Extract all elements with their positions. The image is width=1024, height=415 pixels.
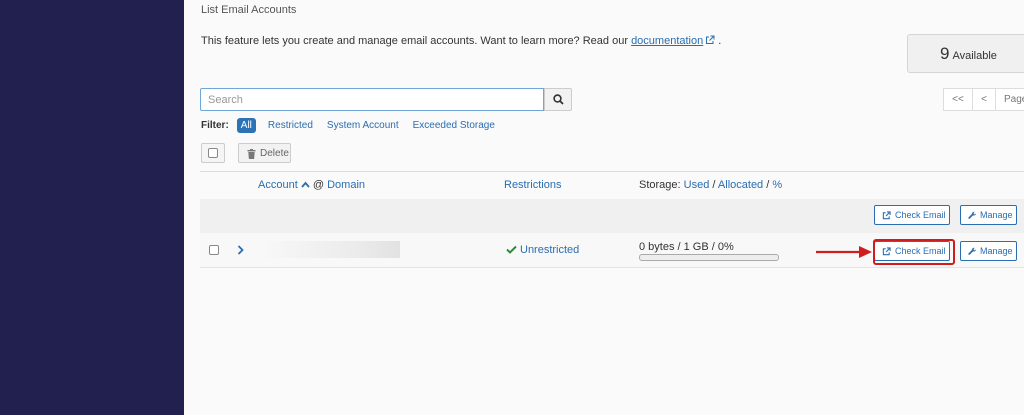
restriction-label: Unrestricted <box>520 244 580 256</box>
storage-allocated-sort[interactable]: Allocated <box>718 179 763 191</box>
storage-used-sort[interactable]: Used <box>684 179 710 191</box>
wrench-icon <box>968 211 977 219</box>
annotation-highlight-box <box>873 239 955 265</box>
wrench-icon <box>968 247 977 255</box>
filter-exceeded-storage[interactable]: Exceeded Storage <box>413 120 495 131</box>
external-link-icon[interactable] <box>705 35 715 45</box>
main-content: List Email Accounts This feature lets yo… <box>184 0 1024 415</box>
manage-button[interactable]: Manage <box>960 241 1017 261</box>
storage-usage-text: 0 bytes / 1 GB / 0% <box>639 241 734 253</box>
filter-all[interactable]: All <box>236 117 256 133</box>
manage-label: Manage <box>980 246 1013 256</box>
select-all-checkbox[interactable] <box>208 148 218 158</box>
check-email-label: Check Email <box>895 210 946 220</box>
first-page-button[interactable]: << <box>943 88 973 111</box>
trash-icon <box>247 149 256 159</box>
filter-label: Filter: <box>201 119 229 131</box>
row-checkbox[interactable] <box>209 245 219 255</box>
manage-label: Manage <box>980 210 1013 220</box>
chevron-right-icon[interactable] <box>237 245 244 255</box>
prev-page-button[interactable]: < <box>972 88 996 111</box>
page-title: List Email Accounts <box>201 4 297 16</box>
page-description: This feature lets you create and manage … <box>201 35 721 47</box>
search-input[interactable] <box>201 89 545 110</box>
check-email-button[interactable]: Check Email <box>874 205 950 225</box>
description-suffix: . <box>718 35 722 47</box>
search-box <box>200 88 545 111</box>
system-account-row: Check Email Manage <box>200 199 1024 233</box>
delete-button[interactable]: Delete <box>238 143 291 163</box>
storage-percent-sort[interactable]: % <box>772 179 782 191</box>
restrictions-column-header[interactable]: Restrictions <box>504 179 561 191</box>
storage-prefix: Storage: <box>639 179 681 191</box>
documentation-link[interactable]: documentation <box>631 35 703 47</box>
available-count: 9 <box>940 44 950 63</box>
restriction-status[interactable]: Unrestricted <box>506 244 579 256</box>
description-text: This feature lets you create and manage … <box>201 35 628 47</box>
annotation-arrow-icon <box>816 246 872 258</box>
sort-up-icon[interactable] <box>301 181 310 188</box>
page-label: Page <box>995 88 1024 111</box>
storage-column-header: Storage: Used / Allocated / % <box>639 179 782 191</box>
filter-bar: Filter: All Restricted System Account Ex… <box>201 117 509 133</box>
check-icon <box>506 245 517 254</box>
account-column-label[interactable]: Account <box>258 179 298 191</box>
filter-system-account[interactable]: System Account <box>327 120 399 131</box>
at-symbol: @ <box>312 179 325 191</box>
sidebar <box>0 0 184 415</box>
account-domain-header[interactable]: Account @ Domain <box>258 179 365 191</box>
external-link-icon <box>882 211 891 220</box>
storage-separator: / <box>712 179 716 191</box>
available-accounts-badge: 9 Available <box>907 34 1024 73</box>
available-label: Available <box>952 50 997 62</box>
storage-separator: / <box>766 179 770 191</box>
filter-restricted[interactable]: Restricted <box>268 120 313 131</box>
domain-column-label[interactable]: Domain <box>327 179 365 191</box>
search-icon <box>553 94 564 105</box>
storage-progress-bar <box>639 254 779 261</box>
delete-label: Delete <box>260 148 289 159</box>
search-button[interactable] <box>544 88 572 111</box>
manage-button[interactable]: Manage <box>960 205 1017 225</box>
table-header: Account @ Domain Restrictions Storage: U… <box>200 171 1024 201</box>
select-all-toggle[interactable] <box>201 143 225 163</box>
account-name <box>260 241 400 258</box>
